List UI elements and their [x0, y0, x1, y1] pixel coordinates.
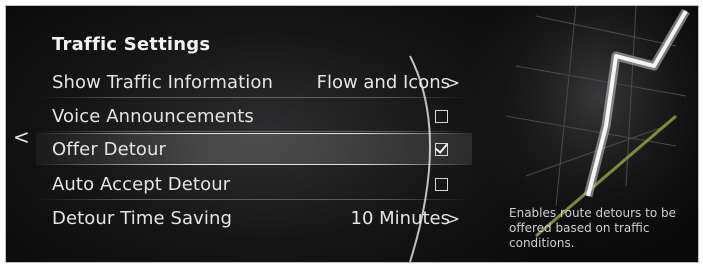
menu-title: Traffic Settings: [52, 34, 211, 55]
help-text: Enables route detours to be offered base…: [509, 206, 676, 250]
row-label: Voice Announcements: [52, 105, 254, 127]
menu-arc-divider: [409, 55, 431, 262]
traffic-settings-screen: < Traffic Settings Show Traffic Informat…: [5, 5, 699, 263]
row-label: Detour Time Saving: [52, 207, 233, 229]
row-label: Show Traffic Information: [52, 71, 273, 93]
row-label: Auto Accept Detour: [52, 173, 231, 195]
row-label: Offer Detour: [52, 138, 167, 160]
